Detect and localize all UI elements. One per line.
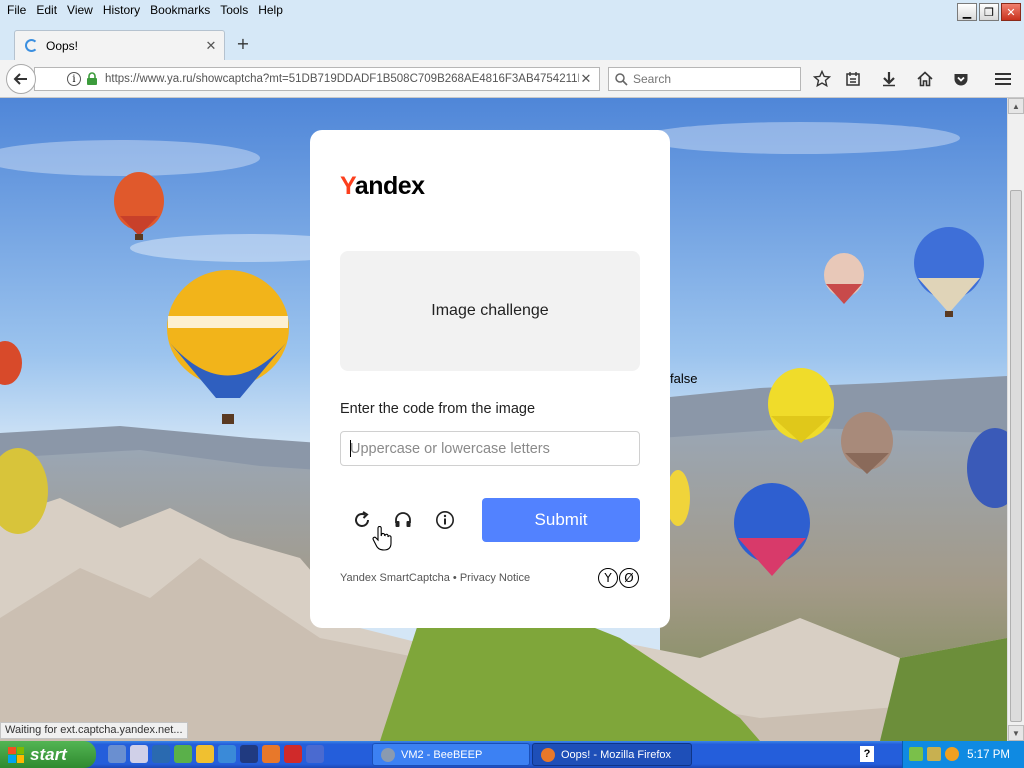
task-firefox[interactable]: Oops! - Mozilla Firefox <box>532 743 692 766</box>
bookmark-star-icon[interactable] <box>811 68 833 90</box>
quicklaunch-icon-2[interactable] <box>130 745 148 763</box>
quicklaunch-icon-1[interactable] <box>108 745 126 763</box>
downloads-icon[interactable] <box>878 68 900 90</box>
tab-title: Oops! <box>46 38 79 53</box>
new-tab-icon[interactable]: + <box>234 34 252 53</box>
close-window-button[interactable]: ✕ <box>1001 3 1021 21</box>
ie-icon[interactable] <box>218 745 236 763</box>
menu-help[interactable]: Help <box>253 2 288 20</box>
status-bar-text: Waiting for ext.captcha.yandex.net... <box>0 722 188 739</box>
vertical-scrollbar[interactable]: ▲ ▼ <box>1007 98 1024 741</box>
menu-view[interactable]: View <box>62 2 98 20</box>
url-text: https://www.ya.ru/showcaptcha?mt=51DB719… <box>105 73 579 85</box>
quicklaunch-icon-4[interactable] <box>174 745 192 763</box>
stray-text: false <box>670 371 698 386</box>
tab-strip: Oops! ✕ + <box>0 22 1024 60</box>
submit-button[interactable]: Submit <box>482 498 640 542</box>
minimize-button[interactable]: ▁ <box>957 3 977 21</box>
windows-taskbar: start VM2 - BeeBEEP Oops! - Mozilla Fire… <box>0 741 1024 768</box>
help-tray-icon[interactable]: ? <box>860 746 874 762</box>
headphones-icon <box>395 512 411 527</box>
windows-flag-icon <box>8 746 24 763</box>
back-arrow-icon <box>13 73 27 85</box>
home-icon[interactable] <box>914 68 936 90</box>
menu-tools[interactable]: Tools <box>215 2 253 20</box>
title-bar: File Edit View History Bookmarks Tools H… <box>0 0 1024 22</box>
hand-cursor-icon <box>372 526 392 551</box>
menu-bookmarks[interactable]: Bookmarks <box>145 2 215 20</box>
navigation-bar: i https://www.ya.ru/showcaptcha?mt=51DB7… <box>0 60 1024 98</box>
scroll-down-arrow-icon[interactable]: ▼ <box>1008 725 1024 741</box>
page-viewport: false Yandex Image challenge Enter the c… <box>0 98 1007 741</box>
captcha-prompt: Enter the code from the image <box>340 401 536 417</box>
scroll-thumb[interactable] <box>1010 190 1022 722</box>
window-controls: ▁ ❐ ✕ <box>957 3 1021 21</box>
image-challenge: Image challenge <box>340 251 640 371</box>
info-button[interactable] <box>433 508 457 532</box>
start-label: start <box>30 744 67 764</box>
search-bar[interactable] <box>608 67 801 91</box>
tab-oops[interactable]: Oops! ✕ <box>14 30 225 60</box>
menu-edit[interactable]: Edit <box>31 2 62 20</box>
bookmarks-menu-icon[interactable] <box>842 68 864 90</box>
chrome-icon[interactable] <box>196 745 214 763</box>
refresh-icon <box>355 511 369 527</box>
search-tray-icon[interactable] <box>945 747 959 761</box>
pocket-icon[interactable] <box>950 68 972 90</box>
info-icon <box>436 511 454 529</box>
yandex-logo: Yandex <box>340 172 425 200</box>
menu-history[interactable]: History <box>98 2 145 20</box>
quicklaunch-icon-7[interactable] <box>240 745 258 763</box>
opera-icon[interactable] <box>284 745 302 763</box>
quick-launch <box>108 745 324 763</box>
text-caret <box>350 440 351 457</box>
search-input[interactable] <box>633 72 793 86</box>
audio-captcha-button[interactable] <box>391 508 415 532</box>
smartcaptcha-logo: Y Ø <box>598 568 640 588</box>
search-icon <box>615 72 628 86</box>
site-info-icon[interactable]: i <box>67 72 81 86</box>
lock-icon <box>87 72 97 85</box>
maximize-button[interactable]: ❐ <box>979 3 999 21</box>
tab-close-icon[interactable]: ✕ <box>204 38 218 54</box>
quicklaunch-icon-3[interactable] <box>152 745 170 763</box>
clock[interactable]: 5:17 PM <box>967 749 1010 761</box>
scroll-up-arrow-icon[interactable]: ▲ <box>1008 98 1024 114</box>
tray-icon-2[interactable] <box>927 747 941 761</box>
firefox-icon[interactable] <box>262 745 280 763</box>
task-beebeep[interactable]: VM2 - BeeBEEP <box>372 743 530 766</box>
captcha-footer[interactable]: Yandex SmartCaptcha • Privacy Notice <box>340 572 530 584</box>
network-tray-icon[interactable] <box>909 747 923 761</box>
url-bar[interactable]: i https://www.ya.ru/showcaptcha?mt=51DB7… <box>34 67 600 91</box>
back-button[interactable] <box>6 64 36 94</box>
quicklaunch-icon-10[interactable] <box>306 745 324 763</box>
hamburger-menu-icon[interactable] <box>992 68 1014 90</box>
menu-file[interactable]: File <box>2 2 31 20</box>
system-tray: 5:17 PM <box>902 741 1024 768</box>
image-challenge-label: Image challenge <box>431 302 549 319</box>
stop-loading-icon[interactable]: ✕ <box>579 71 593 87</box>
refresh-captcha-button[interactable] <box>350 508 374 532</box>
menu-bar: File Edit View History Bookmarks Tools H… <box>2 2 288 20</box>
start-button[interactable]: start <box>0 741 96 768</box>
loading-spinner-icon <box>25 39 38 52</box>
captcha-card: Yandex Image challenge Enter the code fr… <box>310 130 670 628</box>
captcha-code-input[interactable] <box>340 431 640 466</box>
